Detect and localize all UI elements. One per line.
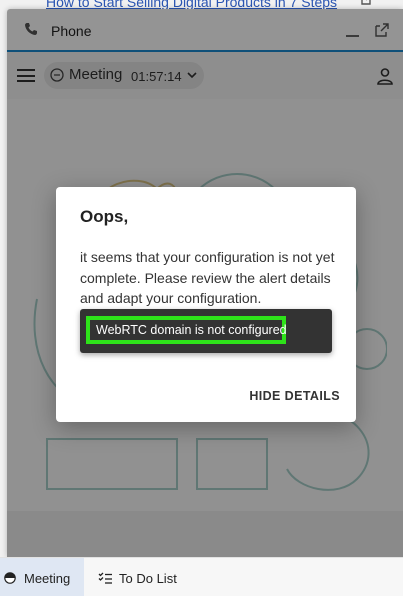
taskbar-item-label: To Do List [119,571,177,586]
taskbar-item-todo[interactable]: To Do List [96,558,206,596]
dialog-title: Oops, [80,207,129,226]
taskbar: Meeting To Do List [0,557,403,596]
alert-details-box: WebRTC domain is not configured [80,309,332,353]
hide-details-button[interactable]: HIDE DETAILS [249,389,340,403]
taskbar-item-meeting[interactable]: Meeting [0,558,84,596]
status-half-circle-icon [4,572,16,584]
taskbar-item-label: Meeting [24,571,71,586]
footer-strip [7,511,403,557]
alert-text: WebRTC domain is not configured [86,316,287,344]
dialog-message: it seems that your configuration is not … [80,249,335,306]
external-link-icon [361,0,371,5]
error-dialog: Oops, it seems that your configuration i… [56,187,356,422]
checklist-icon [98,572,112,584]
